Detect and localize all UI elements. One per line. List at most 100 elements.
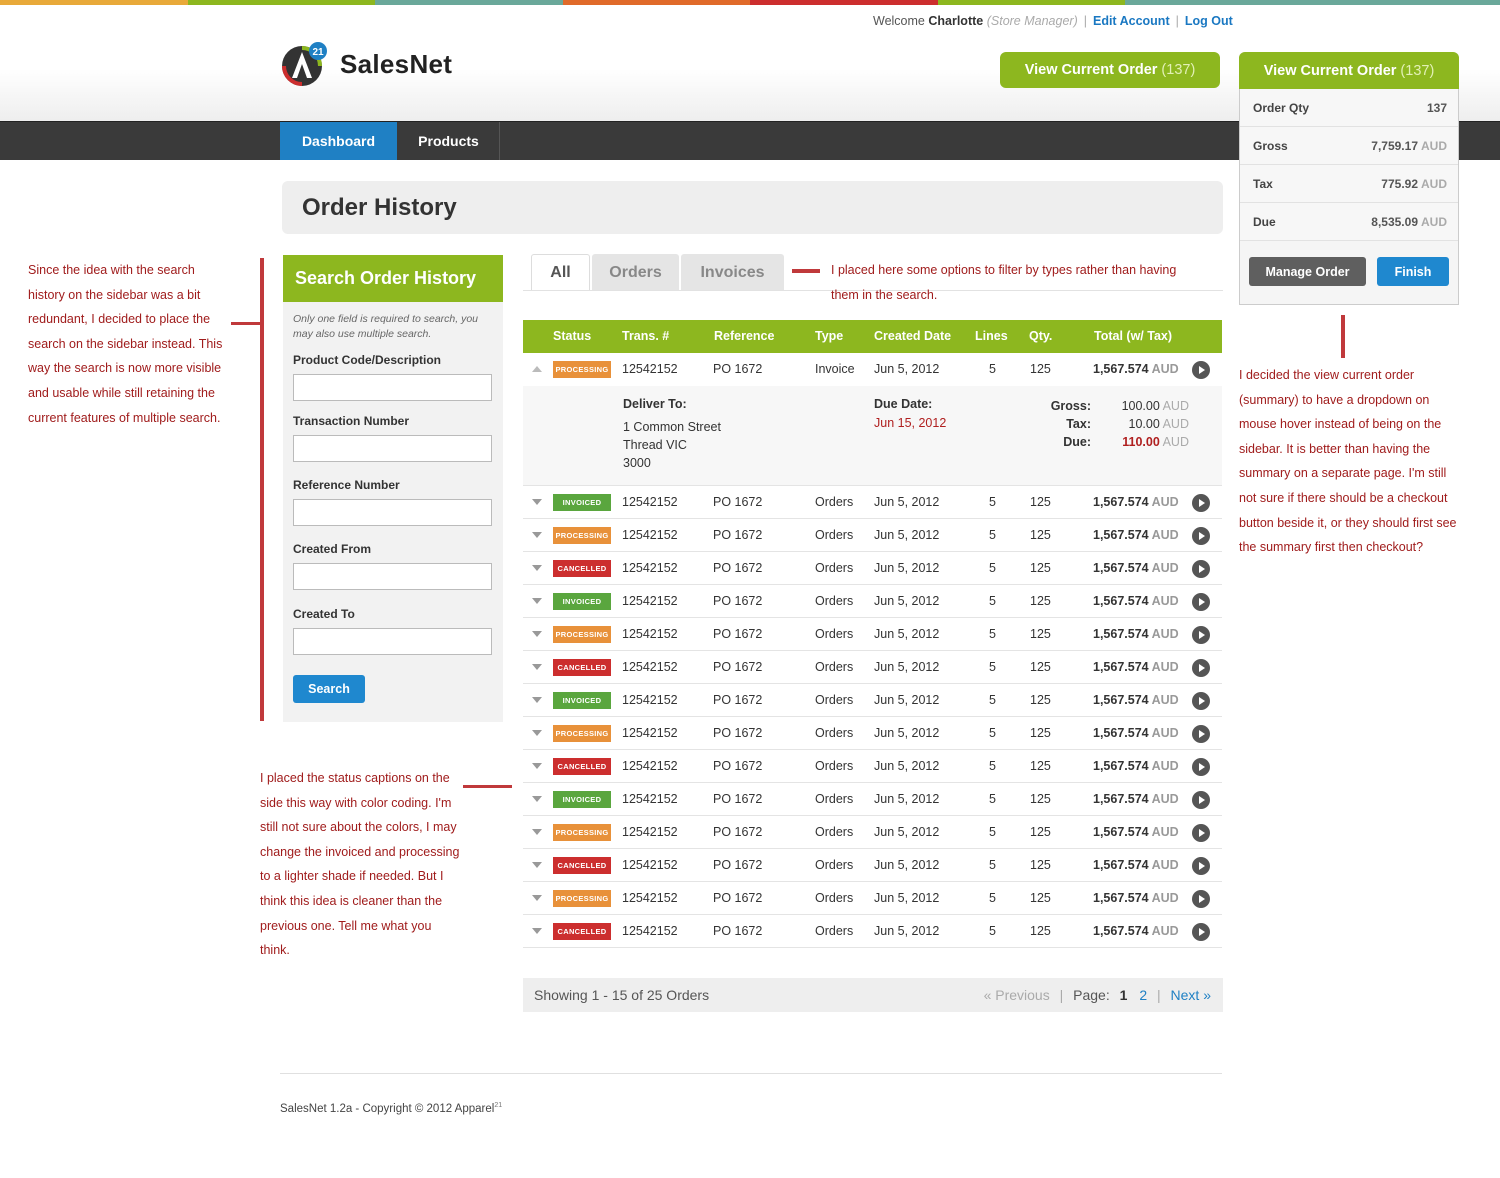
expand-icon[interactable] <box>532 598 542 604</box>
expand-icon[interactable] <box>532 928 542 934</box>
reference-number-input[interactable] <box>293 499 492 526</box>
table-row[interactable]: CANCELLED 12542152 PO 1672 Orders Jun 5,… <box>523 552 1222 585</box>
view-order-icon[interactable] <box>1192 791 1210 809</box>
logo[interactable]: 21 SalesNet <box>280 40 452 88</box>
view-order-icon[interactable] <box>1192 659 1210 677</box>
table-row[interactable]: PROCESSING 12542152 PO 1672 Orders Jun 5… <box>523 618 1222 651</box>
next-link[interactable]: Next » <box>1171 987 1211 1003</box>
table-row[interactable]: CANCELLED 12542152 PO 1672 Orders Jun 5,… <box>523 651 1222 684</box>
view-order-icon[interactable] <box>1192 824 1210 842</box>
table-row[interactable]: PROCESSING 12542152 PO 1672 Orders Jun 5… <box>523 519 1222 552</box>
column-header[interactable]: Qty. <box>1029 320 1052 353</box>
view-order-icon[interactable] <box>1192 527 1210 545</box>
view-order-icon[interactable] <box>1192 361 1210 379</box>
table-row[interactable]: CANCELLED 12542152 PO 1672 Orders Jun 5,… <box>523 849 1222 882</box>
logo-icon: 21 <box>282 42 327 86</box>
view-current-order-button[interactable]: View Current Order (137) <box>1000 52 1220 88</box>
manage-order-button[interactable]: Manage Order <box>1249 257 1366 286</box>
nav-dashboard[interactable]: Dashboard <box>280 122 397 160</box>
expand-icon[interactable] <box>532 565 542 571</box>
lines: 5 <box>989 759 996 773</box>
column-header[interactable]: Lines <box>975 320 1008 353</box>
view-order-icon[interactable] <box>1192 560 1210 578</box>
expand-icon[interactable] <box>532 499 542 505</box>
logo-text: SalesNet <box>340 48 453 79</box>
table-row[interactable]: CANCELLED 12542152 PO 1672 Orders Jun 5,… <box>523 750 1222 783</box>
view-order-icon[interactable] <box>1192 758 1210 776</box>
address-line: 1 Common Street <box>623 420 721 434</box>
table-row[interactable]: PROCESSING 12542152 PO 1672 Invoice Jun … <box>523 353 1222 386</box>
summary-view-current-order-button[interactable]: View Current Order (137) <box>1239 52 1459 89</box>
column-header[interactable]: Total (w/ Tax) <box>1094 320 1172 353</box>
expand-icon[interactable] <box>532 631 542 637</box>
table-row[interactable]: PROCESSING 12542152 PO 1672 Orders Jun 5… <box>523 717 1222 750</box>
annotation-line: I decided the view current order <box>1239 368 1415 382</box>
currency-unit: AUD <box>1151 759 1179 773</box>
tab-orders[interactable]: Orders <box>592 254 679 291</box>
column-header[interactable]: Trans. # <box>622 320 669 353</box>
annotation-line: (summary) to have a dropdown on <box>1239 392 1430 407</box>
view-order-icon[interactable] <box>1192 890 1210 908</box>
column-header[interactable]: Created Date <box>874 320 951 353</box>
table-row[interactable]: PROCESSING 12542152 PO 1672 Orders Jun 5… <box>523 816 1222 849</box>
product-code-input[interactable] <box>293 374 492 401</box>
annotation-line: think this idea is cleaner than the <box>260 893 443 908</box>
expand-icon[interactable] <box>532 796 542 802</box>
created-date: Jun 5, 2012 <box>874 362 940 376</box>
type: Orders <box>815 594 854 608</box>
previous-link[interactable]: « Previous <box>984 987 1050 1003</box>
view-order-icon[interactable] <box>1192 593 1210 611</box>
total-value: 1,567.574 <box>1093 825 1149 839</box>
transaction-number-input[interactable] <box>293 435 492 462</box>
expand-icon[interactable] <box>532 829 542 835</box>
reference: PO 1672 <box>713 561 763 575</box>
edit-account-link[interactable]: Edit Account <box>1093 14 1170 28</box>
tab-invoices[interactable]: Invoices <box>681 254 784 291</box>
lines: 5 <box>989 726 996 740</box>
view-order-icon[interactable] <box>1192 692 1210 710</box>
view-order-icon[interactable] <box>1192 857 1210 875</box>
search-button[interactable]: Search <box>293 675 365 703</box>
summary-label: Due <box>1253 214 1276 229</box>
collapse-icon[interactable] <box>532 366 542 372</box>
type: Orders <box>815 627 854 641</box>
status-badge: CANCELLED <box>553 857 611 874</box>
view-order-icon[interactable] <box>1192 626 1210 644</box>
expand-icon[interactable] <box>532 664 542 670</box>
created-from-input[interactable] <box>293 563 492 590</box>
logout-link[interactable]: Log Out <box>1185 14 1233 28</box>
reference: PO 1672 <box>713 660 763 674</box>
currency-unit: AUD <box>1151 792 1179 806</box>
table-row[interactable]: CANCELLED 12542152 PO 1672 Orders Jun 5,… <box>523 915 1222 948</box>
column-header[interactable]: Status <box>553 320 591 353</box>
vco-count: (137) <box>1161 62 1196 78</box>
table-row[interactable]: INVOICED 12542152 PO 1672 Orders Jun 5, … <box>523 585 1222 618</box>
nav-products[interactable]: Products <box>398 122 500 160</box>
expand-icon[interactable] <box>532 697 542 703</box>
column-header[interactable]: Reference <box>714 320 774 353</box>
expand-icon[interactable] <box>532 730 542 736</box>
table-row[interactable]: INVOICED 12542152 PO 1672 Orders Jun 5, … <box>523 684 1222 717</box>
expand-icon[interactable] <box>532 763 542 769</box>
view-order-icon[interactable] <box>1192 725 1210 743</box>
status-badge: PROCESSING <box>553 626 611 643</box>
annotation-line: think. <box>260 943 290 958</box>
table-row[interactable]: INVOICED 12542152 PO 1672 Orders Jun 5, … <box>523 783 1222 816</box>
view-order-icon[interactable] <box>1192 494 1210 512</box>
created-to-input[interactable] <box>293 628 492 655</box>
expand-icon[interactable] <box>532 862 542 868</box>
column-header[interactable]: Type <box>815 320 843 353</box>
trans-number: 12542152 <box>622 362 678 376</box>
total: 1,567.574 AUD <box>1093 618 1179 651</box>
page-2[interactable]: 2 <box>1139 987 1147 1003</box>
table-row[interactable]: PROCESSING 12542152 PO 1672 Orders Jun 5… <box>523 882 1222 915</box>
finish-button[interactable]: Finish <box>1377 257 1449 286</box>
view-order-icon[interactable] <box>1192 923 1210 941</box>
tab-all[interactable]: All <box>531 254 590 291</box>
expand-icon[interactable] <box>532 532 542 538</box>
created-date: Jun 5, 2012 <box>874 561 940 575</box>
qty: 125 <box>1030 858 1051 872</box>
table-row[interactable]: INVOICED 12542152 PO 1672 Orders Jun 5, … <box>523 486 1222 519</box>
expand-icon[interactable] <box>532 895 542 901</box>
page-1[interactable]: 1 <box>1120 987 1128 1003</box>
